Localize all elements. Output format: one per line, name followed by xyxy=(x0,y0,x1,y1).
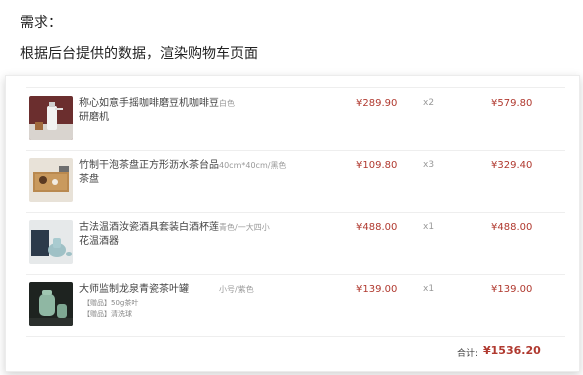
unit-price: ¥109.80 xyxy=(356,160,398,171)
unit-price: ¥289.90 xyxy=(356,98,398,109)
quantity: x2 xyxy=(423,98,435,108)
product-name[interactable]: 称心如意手摇咖啡磨豆机咖啡豆研磨机 xyxy=(79,97,219,125)
cart-item-row: 竹制干泡茶盘正方形沥水茶台品茶盘 40cm*40cm/黑色 ¥109.80 x3… xyxy=(26,150,565,213)
quantity: x1 xyxy=(423,222,435,232)
product-spec: 白色 xyxy=(219,99,235,108)
unit-price: ¥139.00 xyxy=(356,284,398,295)
cart-item-row: 大师监制龙泉青瓷茶叶罐 【赠品】50g茶叶 【赠品】清洗球 小号/紫色 ¥139… xyxy=(26,274,565,337)
total-amount: ¥1536.20 xyxy=(483,344,541,357)
total-label: 合计: xyxy=(457,349,479,359)
product-name[interactable]: 大师监制龙泉青瓷茶叶罐 xyxy=(79,283,219,297)
page-heading: 需求： xyxy=(20,15,62,31)
wine-set-image[interactable] xyxy=(29,220,73,264)
product-name[interactable]: 竹制干泡茶盘正方形沥水茶台品茶盘 xyxy=(79,159,219,187)
quantity: x3 xyxy=(423,160,435,170)
gift-item: 【赠品】50g茶叶 xyxy=(83,299,139,307)
tea-tray-image[interactable] xyxy=(29,158,73,202)
line-subtotal: ¥329.40 xyxy=(491,160,533,171)
unit-price: ¥488.00 xyxy=(356,222,398,233)
line-subtotal: ¥579.80 xyxy=(491,98,533,109)
line-subtotal: ¥139.00 xyxy=(491,284,533,295)
coffee-grinder-image[interactable] xyxy=(29,96,73,140)
tea-jar-image[interactable] xyxy=(29,282,73,326)
gift-list: 【赠品】50g茶叶 【赠品】清洗球 xyxy=(83,298,138,320)
quantity: x1 xyxy=(423,284,435,294)
product-spec: 40cm*40cm/黑色 xyxy=(219,161,287,170)
page-subheading: 根据后台提供的数据，渲染购物车页面 xyxy=(20,46,258,62)
product-spec: 小号/紫色 xyxy=(219,285,254,294)
line-subtotal: ¥488.00 xyxy=(491,222,533,233)
cart-item-row: 古法温酒汝瓷酒具套装白酒杯莲花温酒器 青色/一大四小 ¥488.00 x1 ¥4… xyxy=(26,212,565,275)
product-name[interactable]: 古法温酒汝瓷酒具套装白酒杯莲花温酒器 xyxy=(79,221,219,249)
cart-item-row: 称心如意手摇咖啡磨豆机咖啡豆研磨机 白色 ¥289.90 x2 ¥579.80 xyxy=(26,88,565,151)
gift-item: 【赠品】清洗球 xyxy=(83,310,132,318)
product-spec: 青色/一大四小 xyxy=(219,223,270,232)
cart-panel: 称心如意手摇咖啡磨豆机咖啡豆研磨机 白色 ¥289.90 x2 ¥579.80 … xyxy=(5,75,580,372)
